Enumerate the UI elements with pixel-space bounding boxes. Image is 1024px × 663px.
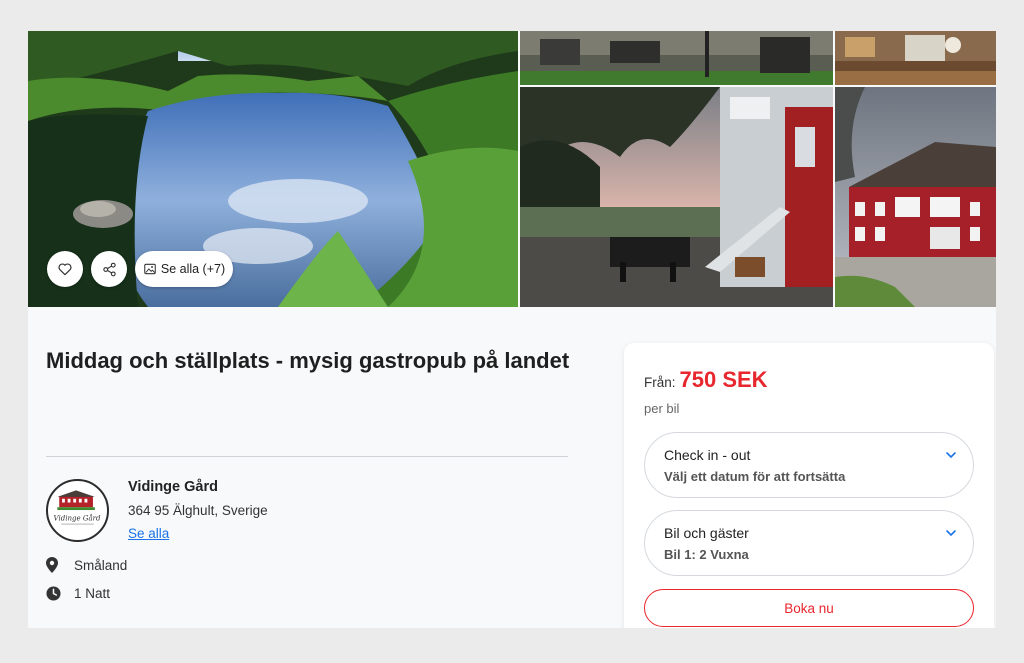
guests-value: Bil 1: 2 Vuxna xyxy=(664,547,749,562)
dates-label: Check in - out xyxy=(664,447,751,463)
favorite-button[interactable] xyxy=(47,251,83,287)
host-address: 364 95 Älghult, Sverige xyxy=(128,503,268,518)
listing-card: Se alla (+7) Middag och ställplats - mys… xyxy=(28,31,996,628)
heart-icon xyxy=(58,263,72,276)
page-title: Middag och ställplats - mysig gastropub … xyxy=(46,348,570,373)
guests-label: Bil och gäster xyxy=(664,525,749,541)
location-pin-icon xyxy=(46,557,66,573)
photo-terrace[interactable] xyxy=(520,87,833,307)
see-all-photos-label: Se alla (+7) xyxy=(160,262,226,276)
price-value: 750 SEK xyxy=(679,367,768,392)
host-name: Vidinge Gård xyxy=(128,479,218,495)
logo-text: Vidinge Gård xyxy=(54,513,101,522)
photo-house[interactable] xyxy=(835,87,996,307)
share-icon xyxy=(102,262,116,276)
region-row: Småland xyxy=(46,557,127,573)
price-row: Från: 750 SEK xyxy=(644,367,768,393)
clock-icon xyxy=(46,585,66,601)
divider xyxy=(46,456,568,457)
dates-value: Välj ett datum för att fortsätta xyxy=(664,469,846,484)
price-prefix: Från: xyxy=(644,375,676,390)
region-text: Småland xyxy=(74,557,128,573)
image-icon xyxy=(144,263,156,275)
dates-select[interactable]: Check in - out Välj ett datum för att fo… xyxy=(644,432,974,498)
nights-text: 1 Natt xyxy=(74,585,111,601)
photo-interior[interactable] xyxy=(835,31,996,85)
book-now-button[interactable]: Boka nu xyxy=(644,589,974,627)
see-all-photos-button[interactable]: Se alla (+7) xyxy=(135,251,233,287)
photo-terrace-top[interactable] xyxy=(520,31,833,85)
booking-panel: Från: 750 SEK per bil Check in - out Väl… xyxy=(624,343,994,628)
share-button[interactable] xyxy=(91,251,127,287)
chevron-down-icon xyxy=(946,452,956,459)
host-logo[interactable]: Vidinge Gård xyxy=(46,479,109,542)
nights-row: 1 Natt xyxy=(46,585,110,601)
host-see-all-link[interactable]: Se alla xyxy=(128,526,169,541)
chevron-down-icon xyxy=(946,530,956,537)
price-unit: per bil xyxy=(644,401,680,416)
photo-gallery[interactable]: Se alla (+7) xyxy=(28,31,996,307)
guests-select[interactable]: Bil och gäster Bil 1: 2 Vuxna xyxy=(644,510,974,576)
